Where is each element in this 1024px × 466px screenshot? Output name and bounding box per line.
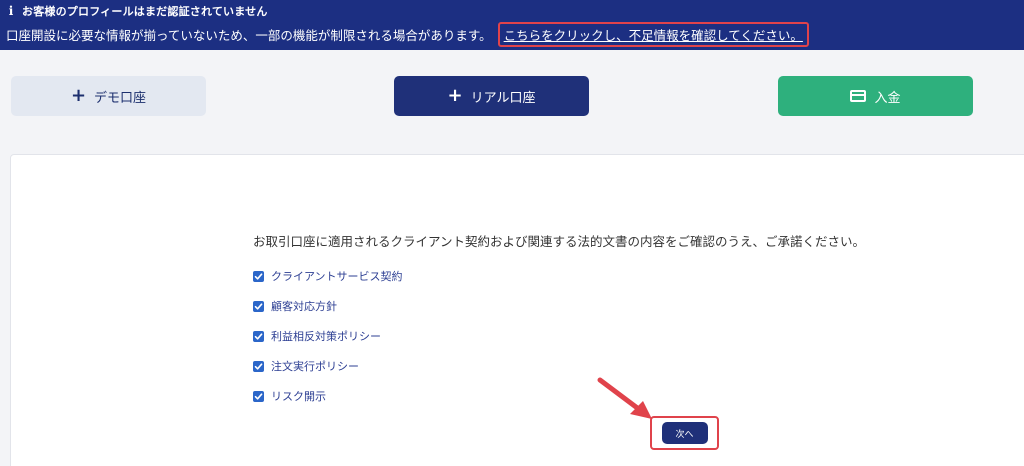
document-item[interactable]: 注文実行ポリシー bbox=[253, 351, 403, 381]
checkmark-icon bbox=[254, 332, 263, 340]
checkmark-icon bbox=[254, 392, 263, 400]
document-checkbox[interactable] bbox=[253, 330, 264, 342]
checkmark-icon bbox=[254, 302, 263, 310]
document-label[interactable]: リスク開示 bbox=[271, 388, 326, 404]
banner-message-row: 口座開設に必要な情報が揃っていないため、一部の機能が制限される場合があります。 … bbox=[6, 21, 809, 47]
document-label[interactable]: クライアントサービス契約 bbox=[271, 268, 403, 284]
plus-icon: + bbox=[447, 85, 463, 106]
banner-message: 口座開設に必要な情報が揃っていないため、一部の機能が制限される場合があります。 bbox=[6, 27, 492, 43]
verification-banner: i お客様のプロフィールはまだ認証されていません 口座開設に必要な情報が揃ってい… bbox=[0, 0, 1024, 50]
document-item[interactable]: クライアントサービス契約 bbox=[253, 261, 403, 291]
deposit-button[interactable]: 入金 bbox=[778, 76, 973, 116]
document-checkbox[interactable] bbox=[253, 300, 264, 312]
agreement-panel: お取引口座に適用されるクライアント契約および関連する法的文書の内容をご確認のうえ… bbox=[10, 154, 1024, 466]
credit-card-icon bbox=[850, 90, 867, 102]
document-checkbox[interactable] bbox=[253, 390, 264, 402]
real-account-button[interactable]: + リアル口座 bbox=[394, 76, 589, 116]
demo-account-button[interactable]: + デモ口座 bbox=[11, 76, 206, 116]
document-checkbox[interactable] bbox=[253, 270, 264, 282]
real-account-label: リアル口座 bbox=[470, 90, 536, 106]
document-item[interactable]: リスク開示 bbox=[253, 381, 403, 411]
checkmark-icon bbox=[254, 362, 263, 370]
checkmark-icon bbox=[254, 272, 263, 280]
missing-info-link[interactable]: こちらをクリックし、不足情報を確認してください。 bbox=[504, 28, 803, 43]
document-item[interactable]: 利益相反対策ポリシー bbox=[253, 321, 403, 351]
document-item[interactable]: 顧客対応方針 bbox=[253, 291, 403, 321]
next-button-highlight: 次へ bbox=[650, 416, 719, 450]
document-list: クライアントサービス契約 顧客対応方針 利益相反対策ポリシー 注文実行ポリシー … bbox=[253, 261, 403, 411]
next-button[interactable]: 次へ bbox=[661, 422, 708, 444]
document-checkbox[interactable] bbox=[253, 360, 264, 372]
banner-title: お客様のプロフィールはまだ認証されていません bbox=[22, 5, 268, 18]
document-label[interactable]: 注文実行ポリシー bbox=[271, 358, 359, 374]
banner-link-highlight: こちらをクリックし、不足情報を確認してください。 bbox=[497, 21, 809, 47]
plus-icon: + bbox=[70, 85, 87, 106]
info-icon: i bbox=[8, 4, 14, 18]
document-label[interactable]: 顧客対応方針 bbox=[271, 298, 337, 314]
agreement-instruction: お取引口座に適用されるクライアント契約および関連する法的文書の内容をご確認のうえ… bbox=[253, 234, 866, 249]
annotation-arrow-icon bbox=[597, 377, 652, 419]
document-label[interactable]: 利益相反対策ポリシー bbox=[271, 328, 381, 344]
banner-header: i お客様のプロフィールはまだ認証されていません bbox=[6, 3, 268, 19]
deposit-label: 入金 bbox=[874, 90, 901, 106]
demo-account-label: デモ口座 bbox=[94, 90, 147, 106]
